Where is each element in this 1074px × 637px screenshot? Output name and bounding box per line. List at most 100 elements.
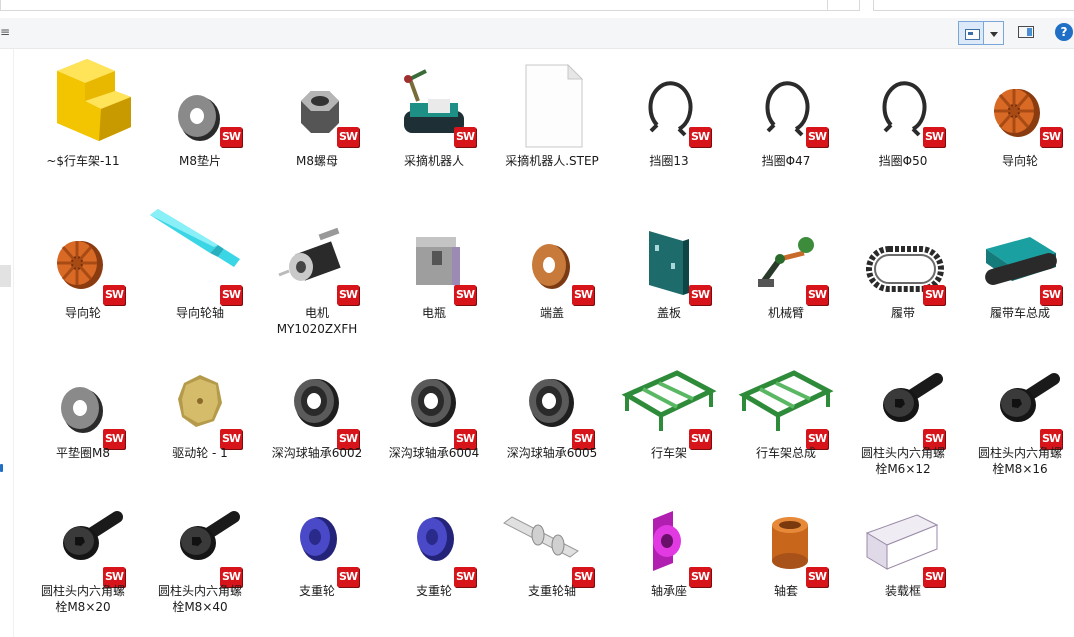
file-item[interactable]: SW 导向轮 xyxy=(27,195,139,323)
file-item[interactable]: SW 轴承座 xyxy=(613,469,725,598)
file-name-label: M8垫片 xyxy=(179,154,221,168)
file-name-label: 采摘机器人.STEP xyxy=(505,154,599,168)
preview-pane-icon[interactable] xyxy=(1018,26,1034,38)
file-item[interactable]: 采摘机器人.STEP xyxy=(496,49,608,177)
badge-text: SW xyxy=(338,570,358,583)
file-item[interactable]: SW 轴套 xyxy=(730,469,842,598)
address-bar[interactable] xyxy=(0,0,860,11)
badge-text: SW xyxy=(1041,130,1061,143)
solidworks-badge-icon: SW xyxy=(923,127,945,147)
file-item[interactable]: SW 深沟球轴承6005 xyxy=(496,331,608,460)
file-name-label: 挡圈Φ50 xyxy=(878,154,928,168)
file-item[interactable]: SW 圆柱头内六角螺 栓M6×12 xyxy=(847,331,959,476)
file-name-label: 挡圈Φ47 xyxy=(761,154,811,168)
file-name-label: 轴套 xyxy=(773,584,798,598)
navigation-pane-edge[interactable] xyxy=(0,49,14,637)
solidworks-badge-icon: SW xyxy=(689,285,711,305)
file-name-label: 轴承座 xyxy=(650,584,687,598)
file-item[interactable]: SW 支重轮 xyxy=(261,469,373,598)
file-item[interactable]: SW 机械臂 xyxy=(730,195,842,323)
file-item[interactable]: SW 深沟球轴承6002 xyxy=(261,331,373,460)
badge-text: SW xyxy=(924,432,944,445)
file-item[interactable]: SW 采摘机器人 xyxy=(378,49,490,177)
file-item[interactable]: SW 圆柱头内六角螺 栓M8×40 xyxy=(144,469,256,614)
file-item[interactable]: SW 导向轮 xyxy=(964,49,1074,177)
badge-text: SW xyxy=(690,432,710,445)
file-name-label: M8螺母 xyxy=(296,154,338,168)
solidworks-badge-icon: SW xyxy=(1040,285,1062,305)
file-item[interactable]: SW 行车架总成 xyxy=(730,331,842,460)
file-item[interactable]: SW 挡圈Φ47 xyxy=(730,49,842,177)
file-item[interactable]: SW M8垫片 xyxy=(144,49,256,177)
solidworks-badge-icon: SW xyxy=(103,285,125,305)
file-item[interactable]: SW 挡圈Φ50 xyxy=(847,49,959,177)
badge-text: SW xyxy=(1041,288,1061,301)
badge-text: SW xyxy=(221,432,241,445)
file-item[interactable]: SW 电机 MY1020ZXFH xyxy=(261,195,373,336)
file-name-label: 圆柱头内六角螺 栓M8×40 xyxy=(157,584,242,614)
file-item[interactable]: SW 端盖 xyxy=(496,195,608,323)
badge-text: SW xyxy=(221,130,241,143)
file-name-label: 深沟球轴承6002 xyxy=(271,446,363,460)
solidworks-badge-icon: SW xyxy=(1040,127,1062,147)
badge-text: SW xyxy=(455,130,475,143)
solidworks-badge-icon: SW xyxy=(923,285,945,305)
file-item[interactable]: SW 导向轮轴 xyxy=(144,195,256,323)
file-item[interactable]: SW 履带车总成 xyxy=(964,195,1074,323)
file-item[interactable]: SW M8螺母 xyxy=(261,49,373,177)
file-item[interactable]: SW 平垫圈M8 xyxy=(27,331,139,460)
solidworks-badge-icon: SW xyxy=(337,127,359,147)
file-name-label: 盖板 xyxy=(656,306,681,320)
file-name-label: 行车架总成 xyxy=(755,446,816,460)
badge-text: SW xyxy=(338,130,358,143)
solidworks-badge-icon: SW xyxy=(806,127,828,147)
file-item[interactable]: SW 支重轮轴 xyxy=(496,469,608,598)
badge-text: SW xyxy=(690,570,710,583)
badge-text: SW xyxy=(690,130,710,143)
badge-text: SW xyxy=(104,570,124,583)
file-name-label: 导向轮 xyxy=(1001,154,1038,168)
solidworks-badge-icon: SW xyxy=(572,285,594,305)
file-name-label: ~$行车架-11 xyxy=(46,154,120,168)
file-item[interactable]: SW 驱动轮 - 1 xyxy=(144,331,256,460)
file-item[interactable]: SW 电瓶 xyxy=(378,195,490,323)
file-item[interactable]: SW 深沟球轴承6004 xyxy=(378,331,490,460)
file-item[interactable]: SW 支重轮 xyxy=(378,469,490,598)
badge-text: SW xyxy=(807,432,827,445)
file-item[interactable]: SW 盖板 xyxy=(613,195,725,323)
help-icon[interactable]: ? xyxy=(1055,23,1073,41)
file-name-label: 履带车总成 xyxy=(989,306,1050,320)
badge-text: SW xyxy=(690,288,710,301)
file-name-label: 深沟球轴承6005 xyxy=(506,446,598,460)
menu-edge-icon[interactable]: ≡ xyxy=(0,25,10,39)
file-item[interactable]: SW 圆柱头内六角螺 栓M8×20 xyxy=(27,469,139,614)
large-icons-view-icon xyxy=(965,29,980,40)
blank-document-icon xyxy=(496,49,608,153)
badge-text: SW xyxy=(807,570,827,583)
assembly-lock-icon xyxy=(27,49,139,153)
badge-text: SW xyxy=(221,570,241,583)
change-view-button[interactable] xyxy=(958,21,984,45)
file-name-label: 驱动轮 - 1 xyxy=(172,446,228,460)
view-dropdown-button[interactable] xyxy=(984,21,1004,45)
solidworks-badge-icon: SW xyxy=(454,285,476,305)
file-item[interactable]: SW 挡圈13 xyxy=(613,49,725,177)
file-name-label: 深沟球轴承6004 xyxy=(388,446,480,460)
badge-text: SW xyxy=(455,570,475,583)
solidworks-badge-icon: SW xyxy=(220,285,242,305)
search-input[interactable] xyxy=(873,0,1074,11)
solidworks-badge-icon: SW xyxy=(337,285,359,305)
file-item[interactable]: ~$行车架-11 xyxy=(27,49,139,177)
file-item[interactable]: SW 装载框 xyxy=(847,469,959,598)
file-name-label: 圆柱头内六角螺 栓M8×20 xyxy=(40,584,125,614)
file-item[interactable]: SW 圆柱头内六角螺 栓M8×16 xyxy=(964,331,1074,476)
file-name-label: 圆柱头内六角螺 栓M8×16 xyxy=(977,446,1062,476)
badge-text: SW xyxy=(104,432,124,445)
badge-text: SW xyxy=(573,570,593,583)
file-name-label: 平垫圈M8 xyxy=(56,446,110,460)
file-item[interactable]: SW 行车架 xyxy=(613,331,725,460)
file-name-label: 装载框 xyxy=(884,584,921,598)
file-name-label: 支重轮 xyxy=(298,584,335,598)
file-item[interactable]: SW 履带 xyxy=(847,195,959,323)
badge-text: SW xyxy=(338,288,358,301)
